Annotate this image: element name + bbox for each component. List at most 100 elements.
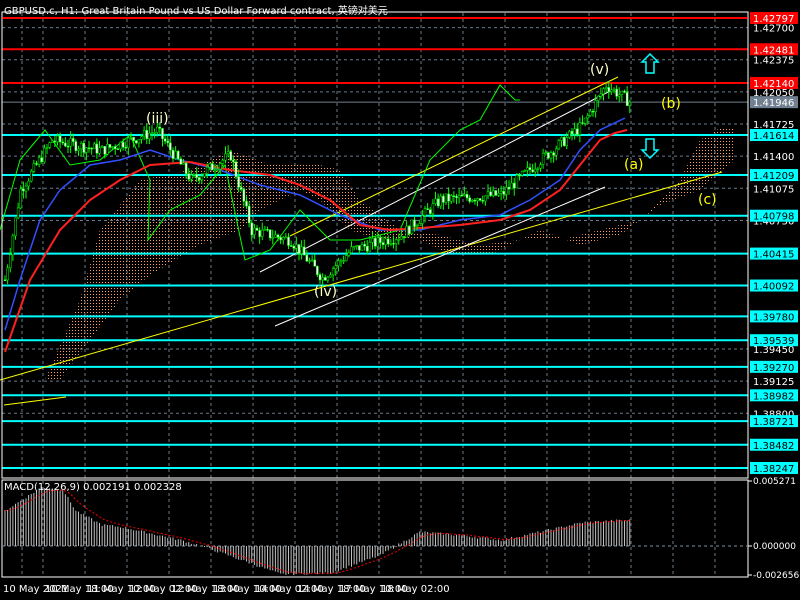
candle-bearish [61,141,64,144]
candle-bearish [234,161,238,177]
candle-bullish [431,203,435,214]
time-axis: 10 May 202110 May 18:0011 May 10:0012 Ma… [3,584,450,595]
candle-bullish [274,234,277,238]
candle-bullish [190,174,193,180]
candle-bearish [413,219,416,227]
candle-bearish [161,128,164,140]
candle-bearish [108,144,112,148]
price-tick-label: 1.41075 [753,184,794,195]
candle-bullish [484,195,487,202]
candle-bearish [607,87,610,92]
price-level-label: 1.38247 [753,464,794,475]
candle-bullish [612,88,616,91]
candle-bearish [502,191,505,195]
chart-title: GBPUSD.c, H1: Great Britain Pound vs US … [4,6,388,17]
candle-bullish [405,225,408,238]
candle-bullish [182,162,185,165]
candle-bearish [74,141,78,151]
candle-bearish [436,198,440,207]
candle-bullish [505,186,508,195]
candle-bullish [415,225,419,227]
candle-bearish [625,92,629,106]
candle-bearish [402,236,406,238]
candle-bullish [213,169,217,171]
price-tick-label: 1.39125 [753,377,794,388]
price-level-label: 1.41614 [753,131,794,142]
candle-bullish [618,94,621,97]
candle-bearish [303,246,306,256]
candle-bullish [534,168,537,173]
candle-bullish [271,237,274,239]
candle-bullish [37,157,41,165]
candle-bullish [216,168,219,171]
candle-bearish [447,193,450,202]
candle-bullish [423,208,427,216]
chart-canvas: (iii) (iv) (v) (a) (b) (c) 1.42700 1.4237… [0,11,799,595]
candle-bearish [58,135,62,143]
candle-bearish [297,244,301,254]
candle-bullish [620,90,624,95]
time-tick-label: 18 May 02:00 [381,584,450,595]
price-tick-label: 1.42375 [753,56,794,67]
candle-bullish [394,239,398,244]
wave-label-a: (a) [624,157,644,173]
candle-bullish [11,235,15,256]
candle-bearish [316,266,319,275]
candle-bullish [345,255,348,261]
candle-bullish [295,244,298,249]
candle-bullish [51,140,54,143]
candle-bullish [208,163,211,168]
candle-bearish [158,126,162,129]
candle-bullish [282,237,285,241]
candle-bullish [150,132,154,135]
candle-bullish [19,188,22,209]
price-level-label: 1.40092 [753,282,794,293]
candle-bullish [352,246,356,248]
candle-bullish [127,137,130,148]
current-price-label: 1.41946 [753,98,794,109]
candle-bearish [358,245,361,251]
candle-bullish [310,259,314,262]
candle-bearish [379,237,382,243]
candle-bearish [581,122,584,124]
candle-bearish [623,90,626,93]
candle-bearish [494,190,498,196]
wave-label-b: (b) [661,96,681,112]
price-level-label: 1.39780 [753,312,794,323]
candle-bullish [129,137,133,139]
candle-bullish [308,260,311,262]
candle-bullish [203,173,206,177]
candle-bullish [263,229,267,231]
candle-bearish [324,277,327,281]
candle-bullish [410,219,414,235]
candle-bullish [544,152,547,154]
candle-bearish [177,151,180,160]
candle-bearish [576,128,579,135]
candle-bullish [565,137,568,147]
candle-bullish [604,87,608,89]
candle-bearish [90,147,93,150]
price-level-label: 1.42797 [753,14,794,25]
candle-bullish [444,193,448,203]
candle-bullish [510,182,513,190]
candle-bearish [489,191,492,196]
candle-bullish [376,237,379,247]
candle-bullish [400,236,403,240]
candle-bullish [153,132,156,134]
candle-bearish [465,194,469,199]
candle-bearish [478,198,482,201]
candle-bearish [460,194,463,197]
candle-bullish [476,198,479,202]
candle-bearish [171,149,175,159]
candle-bearish [124,147,127,149]
candle-bearish [116,148,120,150]
candle-bearish [318,274,322,281]
macd-pane [2,487,748,576]
candle-bullish [9,254,12,269]
candle-bullish [337,260,340,266]
candle-bullish [434,198,437,204]
candle-bullish [421,215,424,224]
candle-bearish [552,152,555,156]
candle-bullish [200,176,204,181]
candle-bearish [473,199,477,202]
